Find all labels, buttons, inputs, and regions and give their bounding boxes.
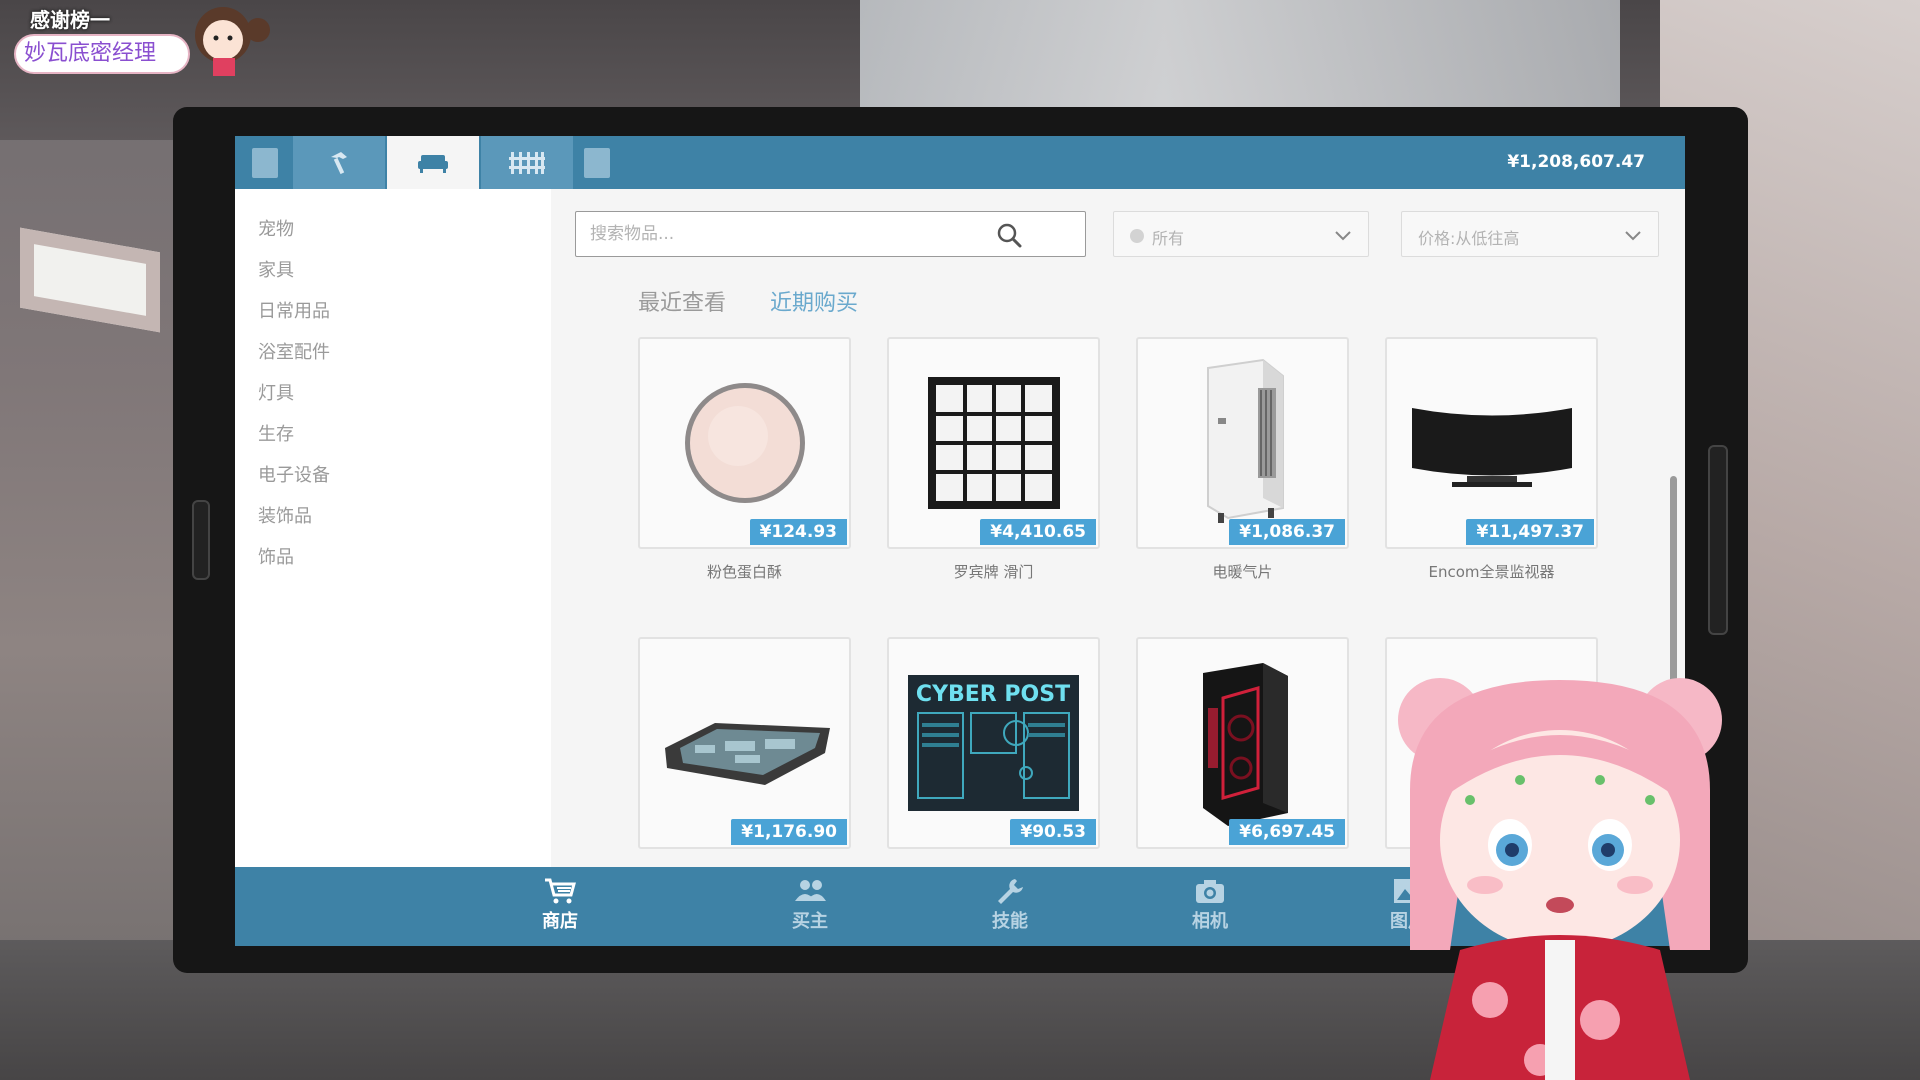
search-box [575, 211, 1086, 257]
keyboard-deck-icon [640, 639, 849, 847]
sort-label: 价格:从低往高 [1418, 229, 1520, 248]
sliding-door-icon [889, 339, 1098, 547]
heater-icon [1138, 339, 1347, 547]
filter-dot-icon [1130, 229, 1144, 243]
balance-amount: ¥1,208,607.47 [1507, 152, 1645, 172]
chevron-down-icon [1625, 231, 1641, 241]
nav-customers[interactable]: 买主 [760, 877, 860, 933]
product-name: 罗宾牌 滑门 [953, 563, 1034, 581]
tab-scroll-left[interactable] [252, 148, 278, 178]
product-price: ¥124.93 [749, 519, 847, 545]
product-card[interactable]: ¥6,697.45 [1136, 637, 1349, 849]
tab-tools[interactable] [293, 136, 385, 189]
sort-dropdown[interactable]: 价格:从低往高 [1401, 211, 1659, 257]
product-price: ¥1,086.37 [1229, 519, 1345, 545]
nav-label: 买主 [792, 911, 828, 932]
tab-furniture[interactable] [387, 136, 479, 189]
category-electronics[interactable]: 电子设备 [258, 461, 330, 487]
product-price: ¥4,410.65 [980, 519, 1096, 545]
category-survival[interactable]: 生存 [258, 420, 294, 446]
category-daily[interactable]: 日常用品 [258, 297, 330, 323]
tablet-side-button [1708, 445, 1728, 635]
nav-label: 相机 [1192, 911, 1228, 932]
ceiling-light [20, 227, 160, 333]
camera-icon [1196, 880, 1224, 903]
product-card[interactable]: ¥1,086.37 [1136, 337, 1349, 549]
category-decor[interactable]: 装饰品 [258, 502, 312, 528]
product-name: Encom全景监视器 [1428, 563, 1555, 581]
users-icon [795, 880, 826, 901]
product-price: ¥11,497.37 [1466, 519, 1594, 545]
thanks-name-badge: 妙瓦底密经理 [14, 34, 190, 74]
poster-text: CYBER POST [916, 682, 1070, 707]
category-bathroom[interactable]: 浴室配件 [258, 338, 330, 364]
product-card[interactable]: ¥1,176.90 [638, 637, 851, 849]
product-card[interactable]: ¥4,410.65 [887, 337, 1100, 549]
fence-icon [509, 151, 545, 174]
pc-tower-icon [1138, 639, 1347, 847]
nav-camera[interactable]: 相机 [1160, 877, 1260, 933]
thanks-title: 感谢榜一 [30, 8, 110, 32]
nav-label: 商店 [542, 911, 578, 932]
tab-fences[interactable] [481, 136, 573, 189]
nav-skills[interactable]: 技能 [960, 877, 1060, 933]
top-bar: ¥1,208,607.47 [235, 136, 1685, 189]
category-lights[interactable]: 灯具 [258, 379, 294, 405]
search-input[interactable] [590, 220, 990, 248]
chevron-down-icon [1335, 231, 1351, 241]
cyber-post-poster-icon: CYBER POST [889, 639, 1098, 847]
category-pets[interactable]: 宠物 [258, 215, 294, 241]
product-card[interactable]: ¥124.93 [638, 337, 851, 549]
sofa-icon [418, 154, 448, 173]
tab-recent-purchases[interactable]: 近期购买 [770, 285, 858, 317]
filter-label: 所有 [1152, 229, 1185, 248]
product-name: 粉色蛋白酥 [706, 563, 782, 581]
wrench-icon [998, 879, 1023, 904]
hammer-icon [331, 151, 347, 174]
filter-dropdown[interactable]: 所有 [1113, 211, 1369, 257]
room-window [860, 0, 1620, 120]
pink-meringue-icon [640, 339, 849, 547]
vtuber-avatar-icon [1398, 678, 1722, 1080]
category-sidebar: 宠物 家具 日常用品 浴室配件 灯具 生存 电子设备 装饰品 饰品 [235, 189, 551, 946]
curved-monitor-icon [1387, 339, 1596, 547]
category-accessories[interactable]: 饰品 [258, 543, 294, 569]
product-card[interactable]: ¥11,497.37 [1385, 337, 1598, 549]
category-furniture[interactable]: 家具 [258, 256, 294, 282]
tablet-side-button [192, 500, 210, 580]
nav-label: 技能 [992, 911, 1028, 932]
product-price: ¥6,697.45 [1229, 819, 1345, 845]
product-name: 电暖气片 [1212, 563, 1273, 581]
cart-icon [545, 878, 576, 904]
nav-shop[interactable]: 商店 [510, 877, 610, 933]
tab-scroll-right[interactable] [584, 148, 610, 178]
product-price: ¥90.53 [1010, 819, 1096, 845]
tab-recently-viewed[interactable]: 最近查看 [638, 285, 726, 317]
search-icon[interactable] [996, 222, 1022, 248]
product-card[interactable]: CYBER POST ¥90.53 [887, 637, 1100, 849]
product-price: ¥1,176.90 [731, 819, 847, 845]
chibi-avatar-icon [195, 7, 270, 76]
